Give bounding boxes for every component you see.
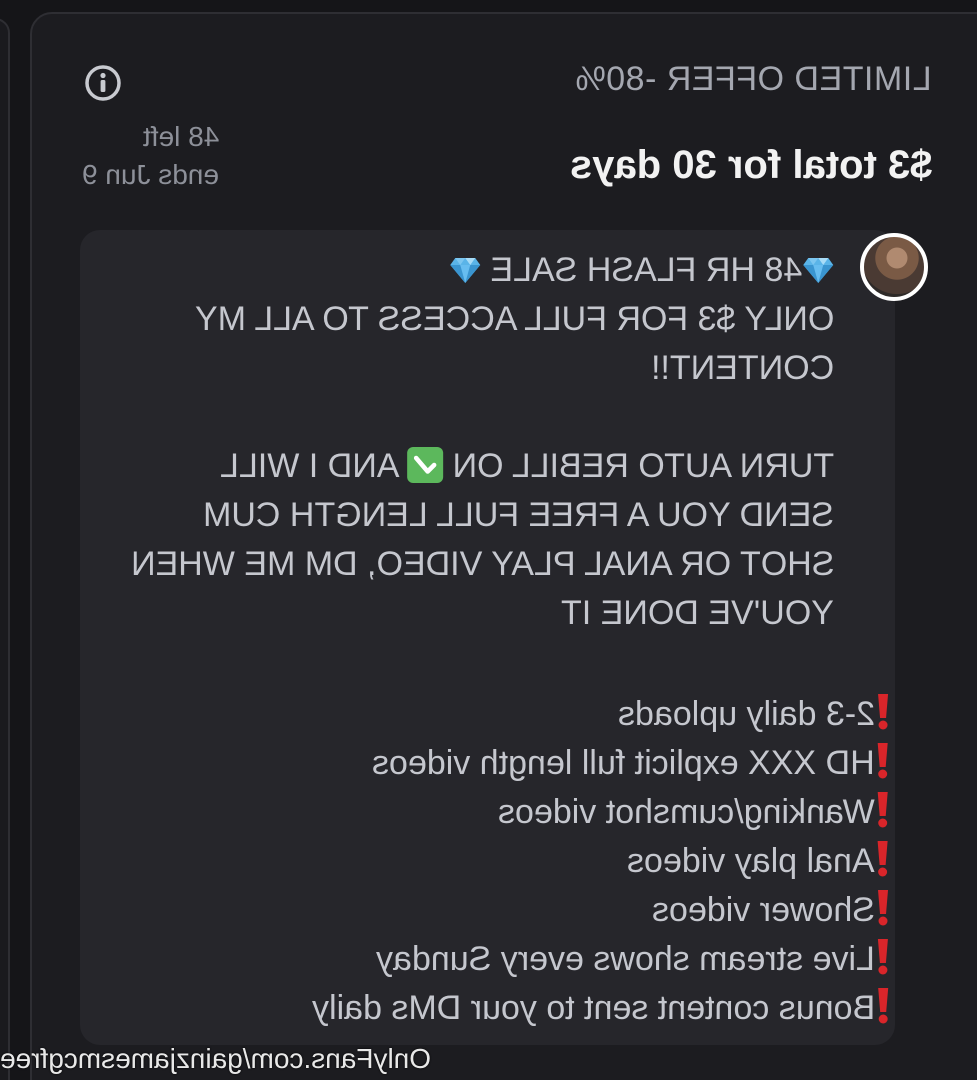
message-line-5-text: SEND YOU A FREE FULL LENGTH CUM	[202, 496, 834, 534]
offer-remaining: 48 left	[142, 121, 219, 152]
feature-list-item-text: Shower videos	[651, 891, 875, 929]
feature-list-item-inner: Bonus content sent to your DMs daily	[312, 984, 901, 1033]
offer-expiry-line: ends Jun 9	[82, 156, 219, 194]
info-icon[interactable]	[84, 64, 122, 102]
feature-list-item-text: Anal play videos	[627, 842, 875, 880]
offer-price-text: $3 total for 30 days	[569, 143, 932, 187]
feature-list-item-inner: 2-3 daily uploads	[618, 690, 901, 739]
exclamation-icon	[878, 792, 888, 828]
feature-list-item: Wanking/cumshot videos	[312, 788, 901, 837]
exclamation-icon	[878, 743, 888, 779]
previous-card-edge	[0, 18, 10, 1080]
site-watermark: OnlyFans.com/gainzjamesmcgfree	[0, 1043, 431, 1075]
message-line-1-inner: 48 HR FLASH SALE	[449, 246, 834, 295]
message-line-3-text: CONTENT!!	[650, 349, 834, 387]
feature-list: 2-3 daily uploads HD XXX explicit full le…	[312, 690, 901, 1033]
feature-list-item-text: Wanking/cumshot videos	[498, 793, 875, 831]
message-line-2: ONLY $3 FOR FULL ACCESS TO ALL MY	[74, 295, 834, 344]
gem-icon	[449, 258, 480, 283]
message-line-4: TURN AUTO REBILL ON AND I WILL	[74, 442, 834, 491]
feature-list-item-text: Bonus content sent to your DMs daily	[311, 989, 875, 1027]
message-line-7: YOU'VE DONE IT	[74, 589, 834, 638]
message-line-6-text: SHOT OR ANAL PLAY VIDEO, DM ME WHEN	[130, 545, 834, 583]
exclamation-icon	[878, 694, 888, 730]
feature-list-item-inner: Shower videos	[652, 886, 901, 935]
message-line-4a-text: TURN AUTO REBILL ON	[442, 447, 834, 485]
feature-list-item: 2-3 daily uploads	[312, 690, 901, 739]
message-line-7-text: YOU'VE DONE IT	[561, 594, 834, 632]
offer-title-text: LIMITED OFFER -80%	[575, 60, 932, 98]
screenshot-page: LIMITED OFFER -80% $3 total for 30 days …	[0, 0, 977, 1080]
feature-list-item-inner: HD XXX explicit full length videos	[372, 739, 901, 788]
feature-list-item-text: 2-3 daily uploads	[617, 695, 875, 733]
feature-list-item: Bonus content sent to your DMs daily	[312, 984, 901, 1033]
feature-list-item: HD XXX explicit full length videos	[312, 739, 901, 788]
feature-list-item: Anal play videos	[312, 837, 901, 886]
offer-title: LIMITED OFFER -80%	[575, 60, 932, 99]
message-line-5: SEND YOU A FREE FULL LENGTH CUM	[74, 491, 834, 540]
creator-avatar[interactable]	[860, 233, 928, 301]
feature-list-item-text: HD XXX explicit full length videos	[372, 744, 875, 782]
check-mark-button-icon	[406, 447, 443, 483]
feature-list-item-inner: Wanking/cumshot videos	[498, 788, 901, 837]
feature-list-item-inner: Anal play videos	[627, 837, 901, 886]
exclamation-icon	[878, 988, 888, 1024]
watermark-text: OnlyFans.com/gainzjamesmcgfree	[0, 1043, 432, 1074]
feature-list-item: Shower videos	[312, 886, 901, 935]
feature-list-item: Live stream shows every Sunday	[312, 935, 901, 984]
message-line-2-text: ONLY $3 FOR FULL ACCESS TO ALL MY	[194, 300, 834, 338]
gem-icon	[803, 258, 833, 283]
offer-meta: 48 left ends Jun 9	[82, 118, 219, 194]
promo-message-text: 48 HR FLASH SALE ONLY $3 FOR FULL ACCESS…	[74, 246, 834, 638]
message-line-1-text: 48 HR FLASH SALE	[480, 251, 802, 289]
offer-expiry: ends Jun 9	[82, 159, 219, 190]
message-line-4-inner: TURN AUTO REBILL ON AND I WILL	[220, 442, 834, 491]
message-line-4b-text: AND I WILL	[219, 447, 407, 485]
offer-remaining-line: 48 left	[82, 118, 219, 156]
exclamation-icon	[878, 841, 888, 877]
message-line-1: 48 HR FLASH SALE	[74, 246, 834, 295]
exclamation-icon	[878, 939, 888, 975]
message-line-6: SHOT OR ANAL PLAY VIDEO, DM ME WHEN	[74, 540, 834, 589]
feature-list-item-inner: Live stream shows every Sunday	[376, 935, 901, 984]
exclamation-icon	[878, 890, 888, 926]
message-line-3: CONTENT!!	[74, 344, 834, 393]
offer-price: $3 total for 30 days	[570, 143, 932, 188]
feature-list-item-text: Live stream shows every Sunday	[376, 940, 875, 978]
